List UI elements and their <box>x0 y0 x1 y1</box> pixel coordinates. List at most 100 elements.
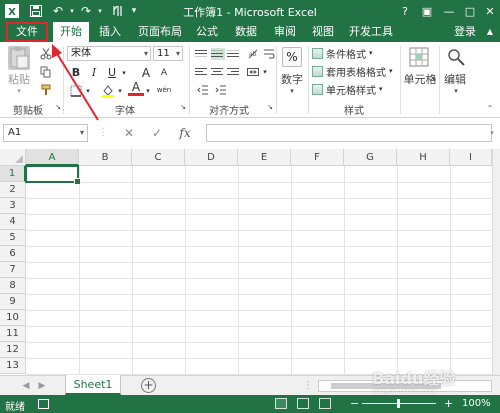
collapse-ribbon-icon[interactable]: ▲ <box>482 22 498 42</box>
orientation-icon[interactable]: ab <box>245 46 261 61</box>
paste-button[interactable]: 粘贴 <box>6 72 32 86</box>
column-header[interactable]: F <box>291 149 344 166</box>
italic-button[interactable]: I <box>86 65 102 80</box>
minimize-button[interactable]: — <box>440 2 458 20</box>
align-bottom-icon[interactable] <box>227 48 241 60</box>
tab-file[interactable]: 文件 <box>6 22 48 42</box>
row-header[interactable]: 4 <box>0 214 26 230</box>
row-header[interactable]: 11 <box>0 326 26 342</box>
cell-styles-button[interactable]: 单元格样式 ▾ <box>312 81 383 97</box>
align-top-icon[interactable] <box>195 48 209 60</box>
align-right-icon[interactable] <box>227 66 241 78</box>
row-header[interactable]: 5 <box>0 230 26 246</box>
worksheet-grid[interactable]: A B C D E F G H I 1 2 3 4 5 6 7 8 9 10 1… <box>0 149 500 375</box>
row-header[interactable]: 3 <box>0 198 26 214</box>
touch-mode-icon[interactable] <box>110 3 126 19</box>
tab-page-layout[interactable]: 页面布局 <box>133 22 187 42</box>
copy-icon[interactable] <box>38 64 54 79</box>
column-header[interactable]: D <box>185 149 238 166</box>
row-header[interactable]: 8 <box>0 278 26 294</box>
wrap-text-icon[interactable] <box>261 46 277 61</box>
borders-icon[interactable] <box>68 83 84 98</box>
conditional-formatting-button[interactable]: 条件格式 ▾ <box>312 45 373 61</box>
cells-dropdown-icon[interactable]: ▾ <box>430 72 438 86</box>
phonetic-button[interactable]: wén <box>156 82 172 97</box>
select-all-button[interactable] <box>0 149 26 166</box>
font-name-select[interactable]: 宋体 ▾ <box>67 46 151 61</box>
excel-logo-icon[interactable]: X <box>4 3 20 19</box>
grow-font-button[interactable]: A <box>138 65 154 80</box>
active-cell-a1[interactable] <box>25 165 81 185</box>
ribbon-display-button[interactable]: ▣ <box>418 2 436 20</box>
fill-color-dropdown-icon[interactable]: ▾ <box>116 83 124 98</box>
merge-dropdown-icon[interactable]: ▾ <box>261 64 269 79</box>
format-painter-icon[interactable] <box>38 82 54 97</box>
prev-sheet-icon[interactable]: ◀ <box>20 379 32 393</box>
help-button[interactable]: ? <box>396 2 414 20</box>
zoom-in-button[interactable]: + <box>444 397 453 410</box>
font-launcher-icon[interactable]: ↘ <box>179 102 187 112</box>
customize-qat-icon[interactable]: ▾ <box>126 3 142 19</box>
sheet-tab-sheet1[interactable]: Sheet1 <box>65 375 121 395</box>
number-button[interactable]: 数字 <box>278 72 306 86</box>
row-header[interactable]: 2 <box>0 182 26 198</box>
bold-button[interactable]: B <box>68 65 84 80</box>
decrease-indent-icon[interactable] <box>195 82 211 97</box>
column-header[interactable]: G <box>344 149 397 166</box>
column-header[interactable]: A <box>26 149 79 166</box>
split-grip-icon[interactable]: ⋮ <box>302 379 314 393</box>
merge-center-icon[interactable] <box>245 64 261 79</box>
editing-icon[interactable] <box>446 47 466 67</box>
alignment-launcher-icon[interactable]: ↘ <box>266 102 274 112</box>
row-header[interactable]: 7 <box>0 262 26 278</box>
font-color-dropdown-icon[interactable]: ▾ <box>144 83 152 98</box>
expand-formula-bar-icon[interactable]: ▾ <box>486 125 498 141</box>
clipboard-launcher-icon[interactable]: ↘ <box>54 102 62 112</box>
formula-input[interactable] <box>206 124 492 142</box>
row-header[interactable]: 6 <box>0 246 26 262</box>
shrink-font-button[interactable]: A <box>156 65 172 80</box>
normal-view-icon[interactable] <box>275 398 287 409</box>
column-header[interactable]: B <box>79 149 132 166</box>
zoom-slider-thumb[interactable] <box>397 399 400 408</box>
vertical-scrollbar[interactable] <box>492 149 500 375</box>
number-format-icon[interactable]: % <box>282 47 302 67</box>
collapse-ribbon-chevron-icon[interactable]: ⌃ <box>484 102 496 114</box>
row-header[interactable]: 12 <box>0 342 26 358</box>
save-icon[interactable] <box>28 3 44 19</box>
paste-dropdown-icon[interactable]: ▾ <box>12 86 26 96</box>
macro-record-icon[interactable] <box>38 399 49 409</box>
align-middle-icon[interactable] <box>211 48 225 60</box>
borders-dropdown-icon[interactable]: ▾ <box>84 83 92 98</box>
align-left-icon[interactable] <box>195 66 209 78</box>
underline-dropdown-icon[interactable]: ▾ <box>120 65 128 80</box>
tab-review[interactable]: 审阅 <box>268 22 302 42</box>
fill-color-icon[interactable] <box>100 83 116 98</box>
next-sheet-icon[interactable]: ▶ <box>36 379 48 393</box>
font-color-button[interactable]: A <box>128 80 144 96</box>
tab-developer[interactable]: 开发工具 <box>345 22 397 42</box>
row-header[interactable]: 13 <box>0 358 26 374</box>
tab-formulas[interactable]: 公式 <box>190 22 224 42</box>
redo-dropdown-icon[interactable]: ▾ <box>92 3 108 19</box>
close-button[interactable]: ✕ <box>481 2 499 20</box>
login-link[interactable]: 登录 <box>450 22 480 42</box>
editing-dropdown-icon[interactable]: ▾ <box>449 86 463 96</box>
increase-indent-icon[interactable] <box>213 82 229 97</box>
cells-icon[interactable] <box>409 47 429 67</box>
tab-home[interactable]: 开始 <box>53 22 89 42</box>
zoom-level[interactable]: 100% <box>462 398 491 409</box>
tab-insert[interactable]: 插入 <box>92 22 128 42</box>
align-center-icon[interactable] <box>211 66 225 78</box>
column-header[interactable]: E <box>238 149 291 166</box>
zoom-out-button[interactable]: − <box>350 397 359 410</box>
maximize-button[interactable]: □ <box>461 2 479 20</box>
name-box[interactable]: A1 ▾ <box>3 124 88 142</box>
underline-button[interactable]: U <box>104 65 120 80</box>
page-layout-view-icon[interactable] <box>297 398 309 409</box>
row-header[interactable]: 9 <box>0 294 26 310</box>
tab-view[interactable]: 视图 <box>306 22 340 42</box>
font-size-select[interactable]: 11 ▾ <box>153 46 183 61</box>
cut-icon[interactable] <box>38 46 54 61</box>
row-header[interactable]: 1 <box>0 166 26 182</box>
